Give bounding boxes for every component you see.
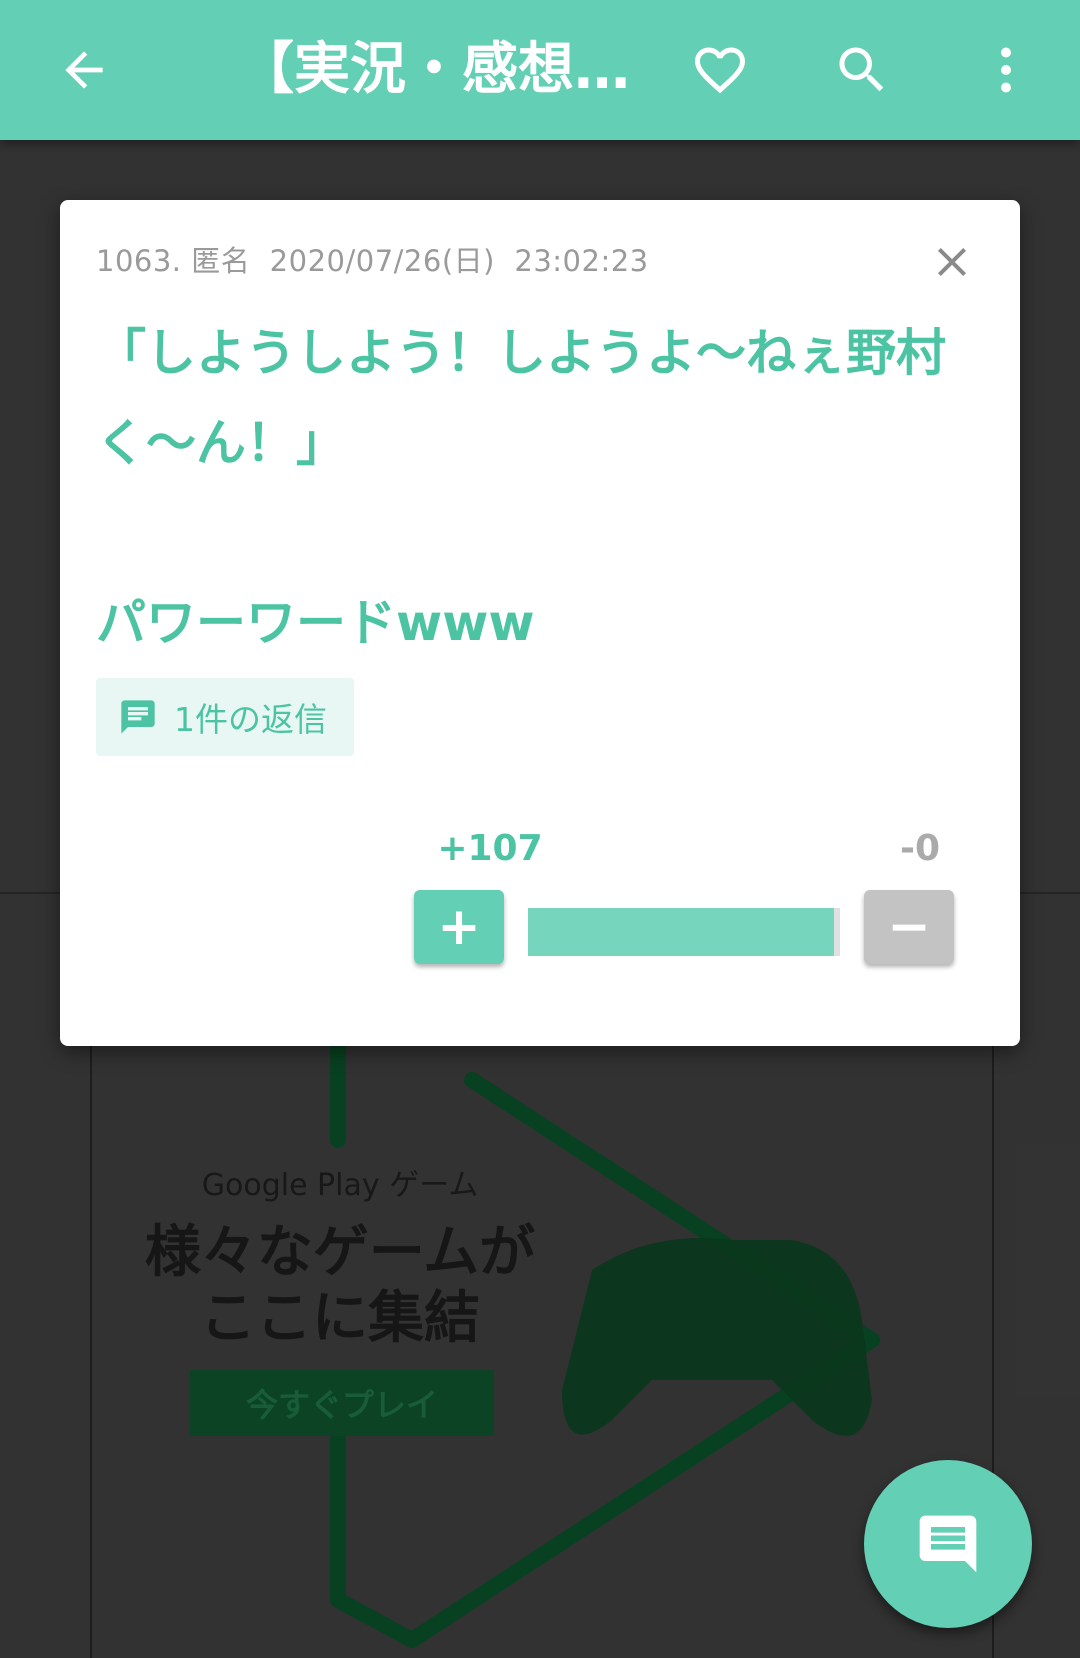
- vote-ratio-fill: [528, 908, 834, 956]
- more-vert-icon[interactable]: [958, 22, 1054, 118]
- heart-icon[interactable]: [672, 22, 768, 118]
- search-icon[interactable]: [814, 22, 910, 118]
- page-title: 【実況・感想…: [238, 37, 630, 102]
- comment-popup: 1063. 匿名 2020/07/26(日) 23:02:23 「しようしよう！…: [60, 200, 1020, 1046]
- reply-count-label: 1件の返信: [174, 700, 327, 739]
- comment-meta: 1063. 匿名 2020/07/26(日) 23:02:23: [96, 244, 649, 278]
- back-arrow-icon[interactable]: [36, 22, 132, 118]
- comment-body: 「しようしよう！しようよ〜ねぇ野村 く〜ん！」 パワーワードwww: [96, 324, 946, 652]
- plus-vote-button[interactable]: +: [414, 890, 504, 964]
- vote-ratio-bar: [528, 908, 840, 956]
- minus-vote-button[interactable]: −: [864, 890, 954, 964]
- comment-icon: [919, 1515, 977, 1573]
- app-bar: 【実況・感想…: [0, 0, 1080, 140]
- write-comment-button[interactable]: [864, 1460, 1032, 1628]
- comment-icon: [121, 700, 155, 734]
- plus-vote-count: +107: [437, 828, 543, 869]
- close-icon[interactable]: [920, 230, 984, 294]
- minus-vote-count: -0: [900, 828, 940, 869]
- reply-count-button[interactable]: 1件の返信: [96, 678, 354, 756]
